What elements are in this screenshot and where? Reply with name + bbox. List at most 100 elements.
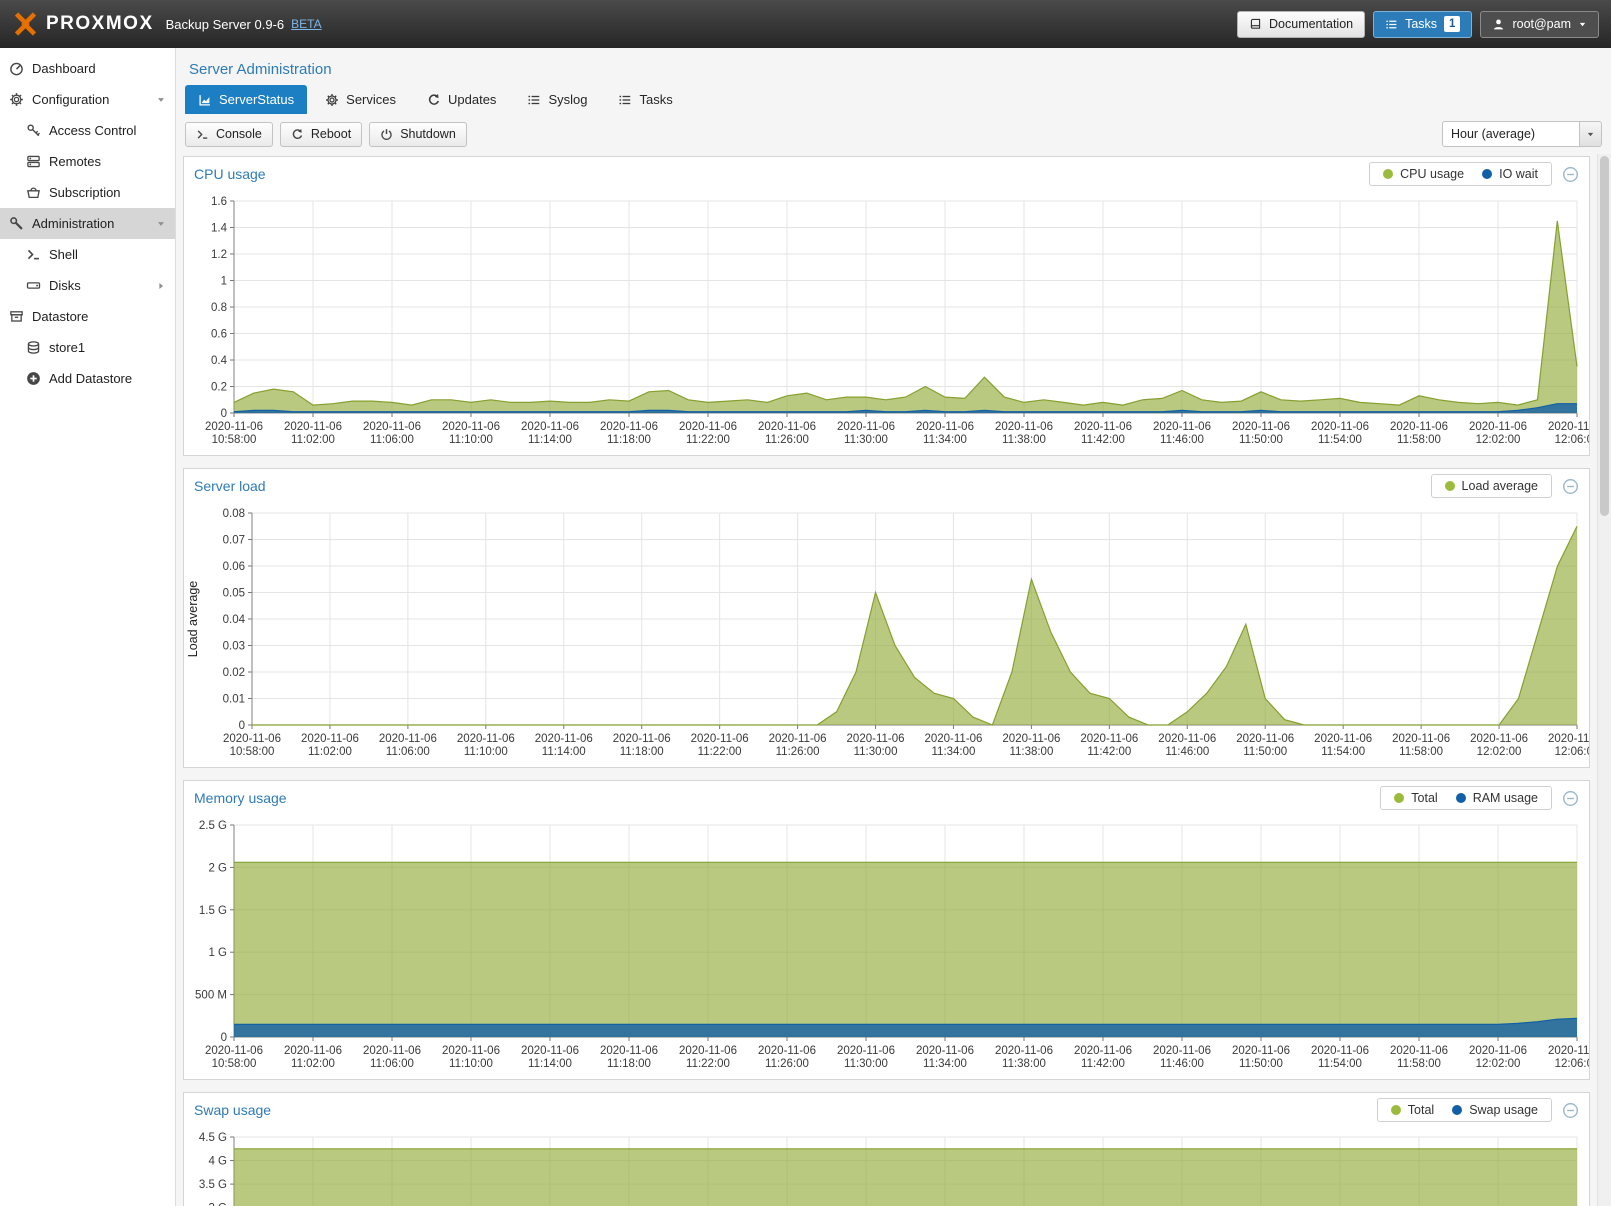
svg-text:2020-11-0611:06:00: 2020-11-0611:06:00 xyxy=(363,421,421,446)
server-load-chart: 00.010.020.030.040.050.060.070.082020-11… xyxy=(184,503,1589,765)
tab-tasks[interactable]: Tasks xyxy=(605,85,685,114)
tasks-button[interactable]: Tasks 1 xyxy=(1373,11,1472,38)
vertical-scrollbar[interactable] xyxy=(1597,154,1611,1206)
svg-text:0.2: 0.2 xyxy=(211,382,227,394)
sidebar-item-remotes[interactable]: Remotes xyxy=(0,146,175,177)
svg-text:Load average: Load average xyxy=(186,581,200,658)
svg-text:0.6: 0.6 xyxy=(211,329,227,341)
legend-item[interactable]: CPU usage xyxy=(1383,167,1464,181)
collapse-panel-icon[interactable] xyxy=(1562,166,1579,183)
basket-icon xyxy=(26,185,41,200)
legend-item[interactable]: Load average xyxy=(1445,479,1538,493)
sidebar-item-store1[interactable]: store1 xyxy=(0,332,175,363)
header-actions: Documentation Tasks 1 root@pam xyxy=(1237,11,1599,38)
legend-label: Swap usage xyxy=(1469,1103,1538,1117)
caret-down-icon[interactable] xyxy=(156,219,166,229)
svg-text:2020-11-0611:38:00: 2020-11-0611:38:00 xyxy=(995,421,1053,446)
main-content: Server Administration ServerStatus Servi… xyxy=(176,48,1611,1206)
documentation-button[interactable]: Documentation xyxy=(1237,11,1365,38)
svg-text:2020-11-0611:34:00: 2020-11-0611:34:00 xyxy=(916,421,974,446)
legend-item[interactable]: RAM usage xyxy=(1456,791,1538,805)
svg-text:2 G: 2 G xyxy=(208,862,227,874)
svg-text:0.8: 0.8 xyxy=(211,302,227,314)
legend-item[interactable]: Total xyxy=(1391,1103,1434,1117)
combo-trigger-button[interactable] xyxy=(1579,122,1601,146)
svg-text:0: 0 xyxy=(221,1032,227,1044)
panel-header: CPU usage CPU usageIO wait xyxy=(184,157,1589,191)
svg-text:2020-11-0611:34:00: 2020-11-0611:34:00 xyxy=(916,1045,974,1070)
legend-dot xyxy=(1482,169,1492,179)
user-menu-button[interactable]: root@pam xyxy=(1480,11,1599,38)
tab-label: ServerStatus xyxy=(219,92,294,107)
svg-text:1 G: 1 G xyxy=(208,947,227,959)
scrollbar-thumb[interactable] xyxy=(1600,156,1609,516)
sidebar-item-access-control[interactable]: Access Control xyxy=(0,115,175,146)
tab-services[interactable]: Services xyxy=(312,85,409,114)
sidebar-item-disks[interactable]: Disks xyxy=(0,270,175,301)
svg-text:0.07: 0.07 xyxy=(223,535,245,547)
legend-dot xyxy=(1452,1105,1462,1115)
svg-text:4.5 G: 4.5 G xyxy=(199,1132,227,1144)
svg-text:2020-11-0611:18:00: 2020-11-0611:18:00 xyxy=(600,1045,658,1070)
svg-text:2020-11-0611:42:00: 2020-11-0611:42:00 xyxy=(1074,421,1132,446)
sidebar: Dashboard Configuration Access Control R… xyxy=(0,48,176,1206)
svg-text:2020-11-0611:06:00: 2020-11-0611:06:00 xyxy=(363,1045,421,1070)
svg-text:0: 0 xyxy=(239,720,245,732)
legend-item[interactable]: IO wait xyxy=(1482,167,1538,181)
svg-text:0.02: 0.02 xyxy=(223,667,245,679)
tab-updates[interactable]: Updates xyxy=(414,85,509,114)
svg-text:2020-11-0611:34:00: 2020-11-0611:34:00 xyxy=(924,733,982,758)
tab-syslog[interactable]: Syslog xyxy=(514,85,600,114)
sidebar-item-add-datastore[interactable]: Add Datastore xyxy=(0,363,175,394)
sidebar-item-datastore[interactable]: Datastore xyxy=(0,301,175,332)
collapse-panel-icon[interactable] xyxy=(1562,478,1579,495)
sidebar-item-configuration[interactable]: Configuration xyxy=(0,84,175,115)
refresh-icon xyxy=(291,128,304,141)
sidebar-item-subscription[interactable]: Subscription xyxy=(0,177,175,208)
svg-text:2020-11-0611:30:00: 2020-11-0611:30:00 xyxy=(847,733,905,758)
legend-dot xyxy=(1394,793,1404,803)
beta-link[interactable]: BETA xyxy=(291,17,321,31)
sidebar-item-label: Shell xyxy=(49,247,78,262)
svg-text:4 G: 4 G xyxy=(208,1156,227,1168)
sidebar-item-label: Administration xyxy=(32,216,114,231)
svg-text:1.6: 1.6 xyxy=(211,196,227,208)
svg-text:2020-11-0611:26:00: 2020-11-0611:26:00 xyxy=(758,1045,816,1070)
sidebar-item-administration[interactable]: Administration xyxy=(0,208,175,239)
reboot-button[interactable]: Reboot xyxy=(280,122,362,147)
legend-label: Load average xyxy=(1462,479,1538,493)
svg-text:2020-11-0611:30:00: 2020-11-0611:30:00 xyxy=(837,421,895,446)
svg-text:2020-11-0612:02:00: 2020-11-0612:02:00 xyxy=(1469,421,1527,446)
svg-text:2020-11-0611:50:00: 2020-11-0611:50:00 xyxy=(1232,421,1290,446)
sidebar-item-shell[interactable]: Shell xyxy=(0,239,175,270)
timeframe-combobox[interactable]: Hour (average) xyxy=(1442,121,1602,147)
wrench-icon xyxy=(9,216,24,231)
svg-text:2020-11-0611:26:00: 2020-11-0611:26:00 xyxy=(758,421,816,446)
svg-text:0.01: 0.01 xyxy=(223,694,245,706)
collapse-panel-icon[interactable] xyxy=(1562,790,1579,807)
svg-text:0.06: 0.06 xyxy=(223,561,245,573)
svg-text:2020-11-0611:02:00: 2020-11-0611:02:00 xyxy=(284,421,342,446)
console-button[interactable]: Console xyxy=(185,122,273,147)
legend-label: Total xyxy=(1408,1103,1434,1117)
shutdown-button[interactable]: Shutdown xyxy=(369,122,467,147)
server-load-panel: Server load Load average 00.010.020.030.… xyxy=(183,468,1590,768)
chart-legend: Load average xyxy=(1431,474,1552,498)
svg-text:2020-11-0611:38:00: 2020-11-0611:38:00 xyxy=(1002,733,1060,758)
caret-right-icon[interactable] xyxy=(156,281,166,291)
database-icon xyxy=(26,340,41,355)
tasks-count-badge: 1 xyxy=(1444,16,1460,32)
gear-icon xyxy=(325,93,339,107)
terminal-icon xyxy=(26,247,41,262)
svg-text:2020-11-0611:50:00: 2020-11-0611:50:00 xyxy=(1232,1045,1290,1070)
caret-down-icon[interactable] xyxy=(156,95,166,105)
tab-serverstatus[interactable]: ServerStatus xyxy=(185,85,307,114)
sidebar-item-dashboard[interactable]: Dashboard xyxy=(0,53,175,84)
svg-text:2020-11-0611:42:00: 2020-11-0611:42:00 xyxy=(1074,1045,1132,1070)
collapse-panel-icon[interactable] xyxy=(1562,1102,1579,1119)
legend-item[interactable]: Swap usage xyxy=(1452,1103,1538,1117)
sidebar-item-label: Datastore xyxy=(32,309,88,324)
legend-item[interactable]: Total xyxy=(1394,791,1437,805)
sidebar-item-label: Disks xyxy=(49,278,81,293)
legend-dot xyxy=(1445,481,1455,491)
